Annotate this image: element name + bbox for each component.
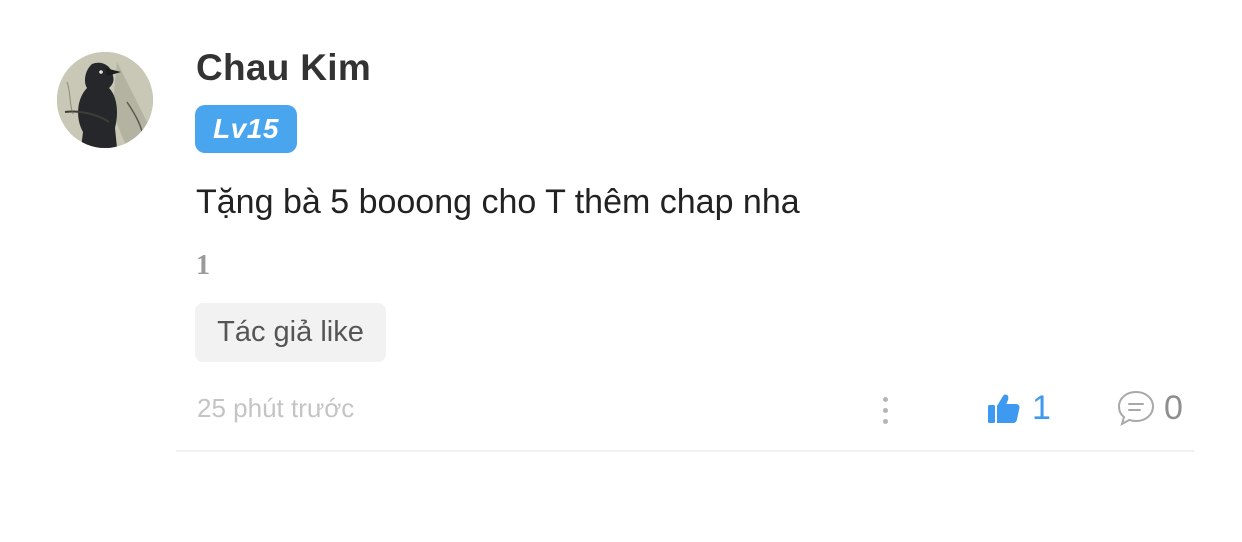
comment-item: Chau Kim Lv15 Tặng bà 5 booong cho T thê…: [0, 0, 1242, 542]
inline-number: 1: [196, 250, 210, 281]
crow-avatar-image: [57, 52, 153, 148]
timestamp: 25 phút trước: [197, 393, 355, 423]
more-vertical-icon: [882, 418, 888, 424]
comment-text: Tặng bà 5 booong cho T thêm chap nha: [196, 183, 800, 221]
more-vertical-icon: [882, 407, 888, 413]
like-button[interactable]: 1: [986, 386, 1051, 430]
thumbs-up-icon: [988, 394, 1020, 423]
username[interactable]: Chau Kim: [196, 46, 371, 90]
level-badge: Lv15: [195, 105, 297, 153]
divider: [176, 450, 1194, 452]
avatar[interactable]: [57, 52, 153, 148]
reply-button[interactable]: 0: [1116, 386, 1183, 430]
author-like-tag: Tác giả like: [195, 303, 386, 362]
more-vertical-icon: [882, 396, 888, 402]
more-button[interactable]: [870, 390, 900, 430]
reply-count: 0: [1164, 389, 1183, 427]
chat-bubble-icon: [1117, 390, 1155, 427]
like-count: 1: [1032, 389, 1051, 427]
